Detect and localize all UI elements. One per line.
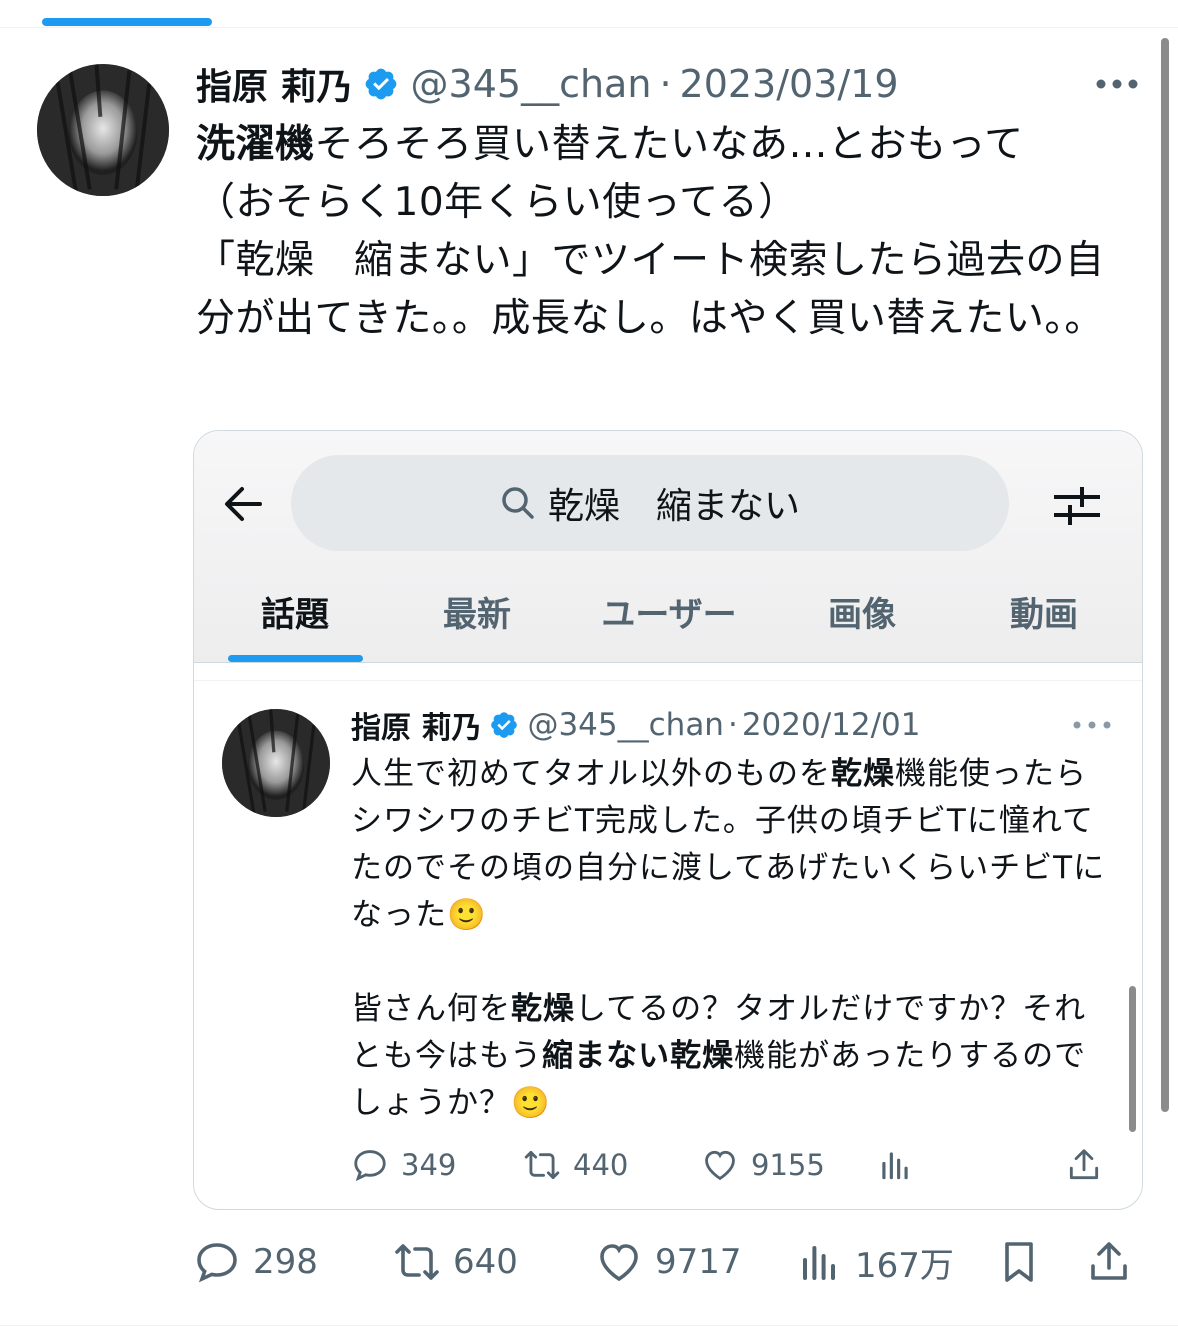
inner-retweet: 440 [523, 1141, 628, 1189]
retweet-count: 640 [453, 1242, 518, 1282]
share-icon [1091, 1242, 1127, 1280]
verified-badge-icon [489, 710, 519, 740]
avatar[interactable] [37, 64, 169, 196]
tweet-text-highlight: 洗濯機 [196, 122, 315, 167]
retweet-icon [524, 1150, 560, 1180]
verified-badge-icon [363, 66, 399, 102]
like-count: 9717 [655, 1242, 742, 1282]
inner-like: 9155 [701, 1141, 825, 1189]
inner-text-highlight: 乾燥 [511, 991, 575, 1027]
inner-display-name: 指原 莉乃 [351, 711, 482, 746]
tweet-action-bar: 298 640 9717 167万 [193, 1234, 1143, 1290]
inner-tweet-date: 2020/12/01 [741, 707, 921, 743]
search-bar: 乾燥 縮まない [291, 455, 1009, 551]
back-arrow-icon [220, 481, 266, 527]
reply-count: 349 [401, 1148, 457, 1182]
tweet-text: 洗濯機そろそろ買い替えたいなあ…とおもって （おそらく10年くらい使ってる） 「… [196, 116, 1136, 348]
divider [194, 680, 1142, 681]
bottom-divider [0, 1325, 1178, 1326]
share-icon [1069, 1149, 1099, 1180]
retweet-icon [395, 1244, 439, 1280]
inner-text-segment: 機能使ったらシワシワのチビT完成した。子供の頃チビTに憧れてたのでその頃の自分に… [351, 756, 1106, 1027]
more-icon[interactable] [1090, 62, 1144, 106]
inner-text-highlight: 縮まない乾燥 [542, 1038, 735, 1074]
tweet-text-body: そろそろ買い替えたいなあ…とおもって （おそらく10年くらい使ってる） 「乾燥 … [196, 122, 1105, 341]
bookmark-icon [1005, 1242, 1033, 1282]
inner-user-handle: @345__chan [527, 707, 724, 743]
display-name[interactable]: 指原 莉乃 [196, 58, 353, 110]
inner-share [1065, 1141, 1103, 1189]
inner-views [876, 1141, 914, 1189]
attached-image[interactable]: 乾燥 縮まない 話題 最新 ユーザー 画像 動画 指原 莉乃 @345__cha… [193, 430, 1143, 1210]
tab-users: ユーザー [601, 595, 737, 635]
share-button[interactable] [1085, 1234, 1133, 1290]
bookmark-button[interactable] [995, 1234, 1043, 1290]
search-query: 乾燥 縮まない [547, 486, 800, 527]
retweet-button[interactable]: 640 [393, 1234, 518, 1290]
top-divider [0, 27, 1178, 28]
page-scrollbar[interactable] [1161, 38, 1169, 1112]
filter-settings-icon [1052, 481, 1102, 529]
more-icon [1070, 713, 1114, 737]
user-handle[interactable]: @345__chan [411, 62, 652, 106]
divider [194, 662, 1142, 663]
tab-images: 画像 [828, 595, 896, 635]
views-button[interactable]: 167万 [795, 1234, 954, 1290]
view-count: 167万 [855, 1245, 954, 1286]
views-icon [882, 1152, 908, 1180]
reply-button[interactable]: 298 [193, 1234, 318, 1290]
reply-count: 298 [253, 1242, 318, 1282]
reply-icon [197, 1243, 237, 1283]
inner-tweet-text: 人生で初めてタオル以外のものを乾燥機能使ったらシワシワのチビT完成した。子供の頃… [351, 751, 1111, 1127]
tab-videos: 動画 [1010, 595, 1078, 635]
like-count: 9155 [751, 1148, 825, 1182]
inner-text-highlight: 乾燥 [831, 756, 895, 792]
separator-dot: · [727, 707, 738, 743]
heart-icon [705, 1150, 735, 1181]
heart-icon [600, 1244, 638, 1282]
search-tabs: 話題 最新 ユーザー 画像 動画 [194, 581, 1142, 661]
inner-action-bar: 349 440 9155 [351, 1141, 1111, 1189]
active-tab-indicator [42, 18, 212, 26]
views-icon [803, 1246, 835, 1280]
tweet-date[interactable]: 2023/03/19 [680, 62, 899, 106]
search-icon [502, 487, 534, 519]
separator-dot: · [659, 62, 672, 106]
inner-avatar [222, 709, 330, 817]
inner-text-segment: 人生で初めてタオル以外のものを [351, 756, 831, 792]
tweet-header: 指原 莉乃 @345__chan · 2023/03/19 [196, 58, 899, 110]
inner-tweet-header: 指原 莉乃 @345__chan · 2020/12/01 [351, 703, 921, 747]
tab-trending: 話題 [261, 595, 329, 635]
tab-underline [228, 655, 363, 662]
tab-latest: 最新 [443, 595, 511, 635]
like-button[interactable]: 9717 [595, 1234, 742, 1290]
reply-icon [354, 1150, 386, 1182]
inner-reply: 349 [351, 1141, 456, 1189]
retweet-count: 440 [573, 1148, 629, 1182]
inner-scrollbar [1129, 986, 1136, 1132]
